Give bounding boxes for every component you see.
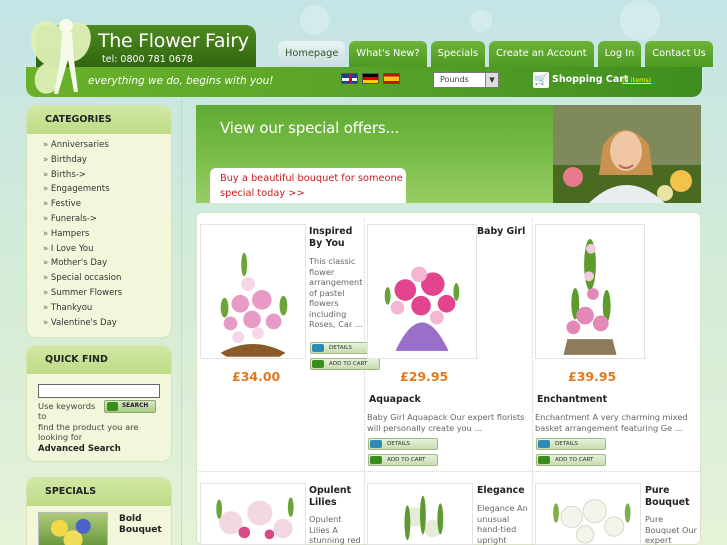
category-list: Anniversaries Birthday Births-> Engageme…: [27, 134, 171, 332]
category-item[interactable]: Festive: [43, 199, 171, 214]
product-name-cont[interactable]: Aquapack: [369, 394, 519, 406]
product-name[interactable]: Elegance: [477, 485, 531, 497]
grid-divider: [198, 471, 699, 472]
specials-box: SPECIALS Bold Bouquet: [26, 477, 172, 545]
nav-create-account[interactable]: Create an Account: [489, 41, 594, 67]
product-image[interactable]: [200, 483, 306, 545]
decorative-bokeh: [470, 10, 492, 32]
product-description: Baby Girl Aquapack Our expert florists w…: [367, 412, 525, 433]
add-to-cart-label: ADD TO CART: [387, 457, 426, 463]
info-icon: [370, 440, 382, 448]
special-offers-banner[interactable]: View our special offers... Buy a beautif…: [196, 105, 701, 203]
categories-box: CATEGORIES Anniversaries Birthday Births…: [26, 105, 172, 338]
details-label: DETAILS: [387, 441, 410, 447]
product-name[interactable]: Pure Bouquet: [645, 485, 699, 508]
category-item[interactable]: I Love You: [43, 244, 171, 259]
quick-find-title: QUICK FIND: [27, 346, 171, 374]
banner-title: View our special offers...: [220, 119, 400, 137]
product-image[interactable]: [535, 224, 645, 359]
cart-icon: [312, 360, 324, 368]
category-item[interactable]: Mother's Day: [43, 258, 171, 273]
spanish-flag-icon[interactable]: [383, 73, 400, 84]
details-button[interactable]: DETAILS: [368, 438, 438, 450]
product-description: Opulent Lilies A stunning red: [309, 514, 361, 545]
quick-find-hint: Use keywords to: [38, 401, 96, 422]
categories-title: CATEGORIES: [27, 106, 171, 134]
florist-photo: [553, 105, 701, 203]
search-button-label: SEARCH: [122, 403, 149, 409]
product-description: Pure Bouquet Our expert: [645, 514, 698, 545]
quick-find-hint-2: find the product you are looking for: [38, 422, 139, 443]
shopping-cart-icon[interactable]: 🛒: [533, 72, 549, 88]
category-item[interactable]: Hampers: [43, 229, 171, 244]
details-button[interactable]: DETAILS: [536, 438, 606, 450]
sidebar-divider: [181, 100, 182, 545]
nav-specials[interactable]: Specials: [430, 41, 486, 67]
search-icon: [107, 402, 118, 411]
category-item[interactable]: Summer Flowers: [43, 288, 171, 303]
category-item[interactable]: Births->: [43, 170, 171, 185]
category-item[interactable]: Birthday: [43, 155, 171, 170]
grid-divider: [532, 218, 533, 545]
quick-find-input[interactable]: [38, 384, 160, 398]
add-to-cart-label: ADD TO CART: [329, 361, 368, 367]
cart-count[interactable]: (0 items): [622, 76, 651, 84]
category-item[interactable]: Engagements: [43, 184, 171, 199]
info-icon: [312, 344, 324, 352]
product-image[interactable]: [367, 483, 473, 545]
quick-find-box: QUICK FIND Use keywords to find the prod…: [26, 345, 172, 462]
search-button[interactable]: SEARCH: [104, 400, 156, 413]
category-item[interactable]: Special occasion: [43, 273, 171, 288]
product-description: Elegance An unusual hand-tied upright: [477, 503, 528, 545]
cart-icon: [538, 456, 550, 464]
cart-icon: [370, 456, 382, 464]
product-name[interactable]: Enchantment: [537, 394, 687, 406]
nav-log-in[interactable]: Log In: [597, 41, 642, 67]
site-title[interactable]: The Flower Fairy: [98, 30, 249, 52]
details-label: DETAILS: [329, 345, 352, 351]
advanced-search-link[interactable]: Advanced Search: [38, 444, 121, 454]
info-icon: [538, 440, 550, 448]
currency-select[interactable]: Pounds ▼: [433, 72, 499, 88]
product-price: £39.95: [568, 369, 617, 384]
product-name[interactable]: Inspired By You: [309, 226, 361, 249]
specials-title: SPECIALS: [27, 478, 171, 506]
special-product-name[interactable]: Bold Bouquet: [119, 514, 169, 535]
german-flag-icon[interactable]: [362, 73, 379, 84]
add-to-cart-label: ADD TO CART: [555, 457, 594, 463]
grid-divider: [364, 218, 365, 545]
decorative-bokeh: [300, 5, 330, 35]
details-label: DETAILS: [555, 441, 578, 447]
add-to-cart-button[interactable]: ADD TO CART: [310, 358, 380, 370]
product-name[interactable]: Opulent Lilies: [309, 485, 363, 508]
product-image[interactable]: [367, 224, 477, 359]
chevron-down-icon[interactable]: ▼: [485, 73, 498, 87]
product-description: This classic flower arrangement of paste…: [309, 256, 363, 328]
product-image[interactable]: [200, 224, 306, 359]
currency-selected: Pounds: [440, 75, 469, 84]
add-to-cart-button[interactable]: ADD TO CART: [536, 454, 606, 466]
product-name[interactable]: Baby Girl: [477, 226, 531, 238]
product-image[interactable]: [535, 483, 641, 545]
product-description: Enchantment A very charming mixed basket…: [535, 412, 688, 433]
category-item[interactable]: Valentine's Day: [43, 318, 171, 333]
add-to-cart-button[interactable]: ADD TO CART: [368, 454, 438, 466]
category-item[interactable]: Funerals->: [43, 214, 171, 229]
tagline: everything we do, begins with you!: [88, 75, 274, 87]
category-item[interactable]: Anniversaries: [43, 140, 171, 155]
nav-whats-new[interactable]: What's New?: [349, 41, 427, 67]
phone-number: tel: 0800 781 0678: [102, 54, 193, 65]
special-product-image[interactable]: [38, 512, 108, 545]
category-item[interactable]: Thankyou: [43, 303, 171, 318]
nav-contact-us[interactable]: Contact Us: [645, 41, 713, 67]
shopping-cart-link[interactable]: Shopping Cart: [552, 74, 628, 85]
product-price: £34.00: [232, 369, 281, 384]
main-nav: Homepage What's New? Specials Create an …: [278, 41, 717, 67]
nav-homepage[interactable]: Homepage: [278, 41, 346, 67]
uk-flag-icon[interactable]: [341, 73, 358, 84]
decorative-bokeh: [620, 0, 660, 40]
banner-cta[interactable]: Buy a beautiful bouquet for someone spec…: [220, 172, 404, 201]
product-price: £29.95: [400, 369, 449, 384]
